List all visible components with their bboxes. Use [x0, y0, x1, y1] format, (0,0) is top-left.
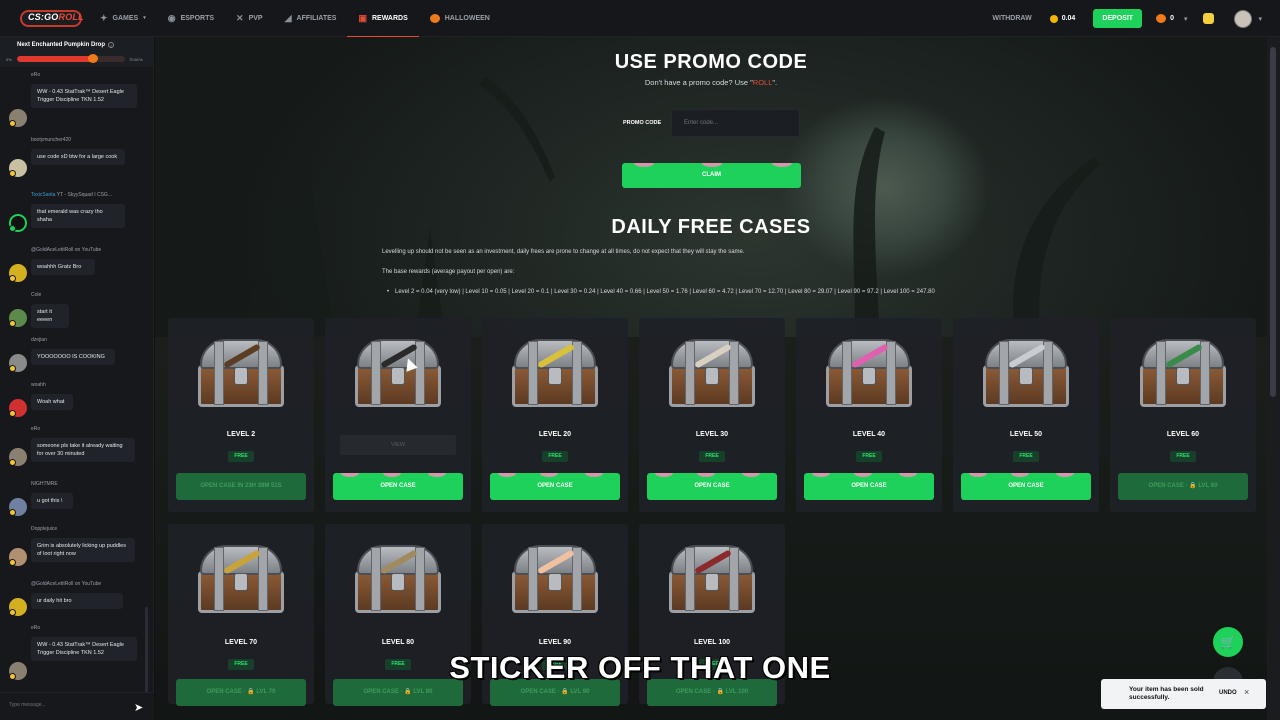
case-card[interactable]: LEVEL 50 FREE OPEN CASE — [953, 318, 1099, 512]
case-level-label: LEVEL 100 — [693, 639, 731, 646]
chevron-down-icon[interactable]: ▾ — [1184, 15, 1188, 23]
case-chest-image — [508, 333, 602, 413]
free-badge: FREE — [1013, 451, 1039, 462]
nav-halloween[interactable]: HALLOWEEN — [419, 0, 501, 37]
site-logo[interactable]: CS:GOROLL — [14, 5, 89, 31]
nav-affiliates[interactable]: ◢ AFFILIATES — [274, 0, 348, 37]
pumpkin-drop-header: Next Enchanted Pumpkin Drop i 0% 70.81% — [0, 37, 153, 67]
swords-icon: ✕ — [236, 12, 244, 23]
case-chest-image — [979, 333, 1073, 413]
undo-button[interactable]: UNDO — [1219, 690, 1237, 696]
top-nav: CS:GOROLL ✦ GAMES ▾ ◉ ESPORTS ✕ PVP ◢ AFFILIA… — [0, 0, 1280, 38]
case-level-label: LEVEL 70 — [224, 639, 258, 646]
page-scrollbar[interactable] — [1267, 37, 1280, 720]
open-case-button[interactable]: OPEN CASE — [804, 473, 934, 500]
video-subtitle: STICKER OFF THAT ONE — [449, 650, 831, 685]
case-level-label: LEVEL 60 — [1166, 431, 1200, 438]
case-chest-image — [665, 539, 759, 619]
gift-icon: ▣ — [358, 12, 367, 23]
open-case-button[interactable]: OPEN CASE — [333, 473, 463, 500]
free-badge: FREE — [856, 451, 882, 462]
nav-games[interactable]: ✦ GAMES ▾ — [89, 0, 157, 37]
daily-disclaimer: Levelling up should not be seen as an in… — [382, 249, 745, 255]
controller-icon: ◉ — [167, 12, 176, 23]
open-case-button[interactable]: OPEN CASE — [490, 473, 620, 500]
pumpkin-icon — [1156, 14, 1167, 23]
free-badge: FREE — [699, 451, 725, 462]
rewards-main: USE PROMO CODE Don't have a promo code? … — [155, 37, 1267, 720]
chat-input[interactable]: Type message... — [9, 702, 46, 708]
daily-cases-title: DAILY FREE CASES — [611, 216, 811, 238]
deposit-button[interactable]: DEPOSIT — [1093, 9, 1143, 28]
balance-display: 0.04 — [1049, 14, 1075, 23]
gamepad-icon: ✦ — [100, 12, 108, 23]
open-case-button[interactable]: OPEN CASE · 🔒 LVL 60 — [1118, 473, 1248, 500]
view-case-button[interactable]: VIEW — [340, 435, 456, 455]
case-chest-image — [351, 539, 445, 619]
case-card[interactable]: LEVEL 60 FREE OPEN CASE · 🔒 LVL 60 — [1110, 318, 1256, 512]
drop-title: Next Enchanted Pumpkin Drop — [17, 42, 106, 48]
case-chest-image — [194, 539, 288, 619]
case-level-label: LEVEL 90 — [538, 639, 572, 646]
drop-progress-bar — [17, 56, 125, 62]
promo-subtitle: Don't have a promo code? Use "ROLL". — [644, 78, 778, 87]
open-case-button[interactable]: OPEN CASE — [961, 473, 1091, 500]
case-card[interactable]: LEVEL 2 FREE OPEN CASE IN 23H 38M 51S — [168, 318, 314, 512]
notification-icon[interactable] — [1203, 13, 1215, 24]
promo-code-label: PROMO CODE — [623, 120, 662, 126]
case-chest-image — [351, 333, 445, 413]
case-chest-image — [194, 333, 288, 413]
case-level-label: LEVEL 50 — [1009, 431, 1043, 438]
chat-sidebar: Next Enchanted Pumpkin Drop i 0% 70.81% e… — [0, 37, 154, 720]
open-case-button[interactable]: OPEN CASE IN 23H 38M 51S — [176, 473, 306, 500]
send-icon[interactable]: ➤ — [134, 701, 143, 714]
cart-button[interactable]: 🛒 — [1213, 627, 1243, 657]
user-menu-chevron-icon[interactable]: ▾ — [1258, 15, 1262, 23]
daily-rewards-intro: The base rewards (average payout per ope… — [382, 269, 515, 275]
daily-rewards-list: Level 2 = 0.04 (very low) | Level 10 = 0… — [387, 289, 935, 295]
withdraw-link[interactable]: WITHDRAW — [992, 15, 1031, 22]
pumpkin-counter[interactable]: 0 — [1156, 14, 1174, 23]
drop-min-label: 0% — [6, 57, 12, 62]
promo-code-link[interactable]: ROLL — [753, 78, 773, 87]
nav-rewards[interactable]: ▣ REWARDS — [347, 0, 420, 38]
user-avatar[interactable] — [1234, 9, 1253, 28]
pumpkin-icon — [429, 13, 440, 23]
case-level-label: LEVEL 80 — [381, 639, 415, 646]
chat-input-bar: Type message... ➤ — [0, 692, 154, 720]
promo-code-input[interactable]: Enter code... — [671, 109, 800, 137]
claim-button[interactable]: CLAIM — [622, 163, 801, 188]
sold-toast: Your item has been sold successfully. UN… — [1101, 679, 1266, 709]
case-chest-image — [665, 333, 759, 413]
toast-message: Your item has been sold successfully. — [1129, 686, 1204, 701]
info-icon[interactable]: i — [108, 42, 115, 48]
case-chest-image — [822, 333, 916, 413]
close-icon[interactable]: × — [1244, 687, 1249, 697]
free-badge: FREE — [542, 451, 568, 462]
case-level-label: LEVEL 2 — [226, 431, 256, 438]
promo-title: USE PROMO CODE — [614, 51, 808, 73]
coin-icon — [1049, 14, 1058, 23]
case-card[interactable]: LEVEL 30 FREE OPEN CASE — [639, 318, 785, 512]
megaphone-icon: ◢ — [284, 12, 292, 23]
free-badge: FREE — [1170, 451, 1196, 462]
case-level-label: LEVEL 20 — [538, 431, 572, 438]
case-card[interactable]: VIEW OPEN CASE — [325, 318, 471, 512]
case-level-label: LEVEL 30 — [695, 431, 729, 438]
cart-icon: 🛒 — [1220, 635, 1236, 649]
case-card[interactable]: LEVEL 40 FREE OPEN CASE — [796, 318, 942, 512]
open-case-button[interactable]: OPEN CASE — [647, 473, 777, 500]
case-chest-image — [508, 539, 602, 619]
nav-pvp[interactable]: ✕ PVP — [225, 0, 274, 37]
case-chest-image — [1136, 333, 1230, 413]
nav-esports[interactable]: ◉ ESPORTS — [157, 0, 225, 37]
free-badge: FREE — [228, 451, 254, 462]
drop-max-label: 70.81% — [129, 57, 143, 62]
case-card[interactable]: LEVEL 20 FREE OPEN CASE — [482, 318, 628, 512]
case-level-label: LEVEL 40 — [852, 431, 886, 438]
